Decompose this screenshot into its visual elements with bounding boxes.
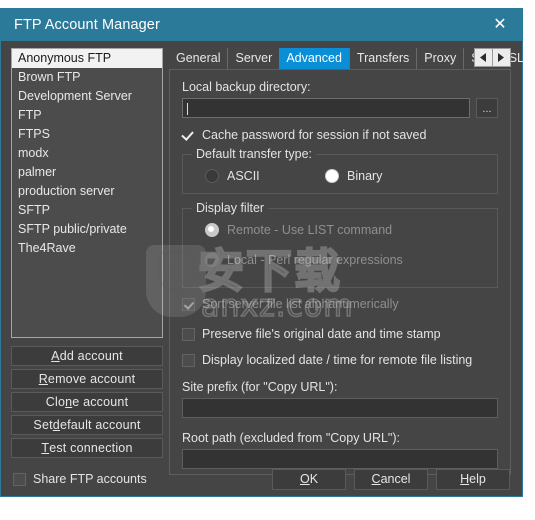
text-caret [187,103,188,115]
account-list-item[interactable]: SFTP [12,201,162,220]
account-list-item[interactable]: FTPS [12,125,162,144]
share-accounts-label: Share FTP accounts [33,472,147,486]
dialog-footer: Share FTP accounts O K Cancel Help [1,462,522,496]
sort-server-list-row[interactable]: Sort server file list alphanumerically [182,297,498,311]
button-clone-account[interactable]: Clo n e account [11,392,163,412]
radio-icon[interactable] [205,253,219,267]
cache-password-row[interactable]: Cache password for session if not saved [182,128,498,142]
display-filter-title: Display filter [192,201,269,215]
account-list-item[interactable]: The4Rave [12,239,162,258]
checkbox-icon[interactable] [13,472,26,486]
preserve-timestamp-label: Preserve file's original date and time s… [202,327,441,341]
transfer-type-ascii-label: ASCII [227,169,260,183]
tab-general[interactable]: General [169,48,227,69]
tab-transfers[interactable]: Transfers [348,48,416,69]
account-list-item[interactable]: Development Server [12,87,162,106]
site-prefix-label: Site prefix (for "Copy URL"): [182,380,338,394]
root-path-label: Root path (excluded from "Copy URL"): [182,431,400,445]
checkbox-icon[interactable] [182,129,195,142]
default-transfer-type-group: Default transfer type: ASCII Binary [182,147,498,194]
account-list-item[interactable]: Brown FTP [12,68,162,87]
display-filter-remote[interactable]: Remote - Use LIST command [205,223,497,237]
tabs-panel: GeneralServerAdvancedTransfersProxySSH/S… [169,47,524,475]
display-filter-remote-label: Remote - Use LIST command [227,223,393,237]
button-add-account[interactable]: Add account [11,346,163,366]
advanced-tab-panel: Local backup directory: ... Cache passwo… [169,69,511,475]
account-list-item[interactable]: SFTP public/private [12,220,162,239]
display-filter-group: Display filter Remote - Use LIST command… [182,201,498,288]
checkbox-icon[interactable] [182,353,195,367]
preserve-timestamp-row[interactable]: Preserve file's original date and time s… [182,327,498,341]
radio-icon[interactable] [205,169,219,183]
localized-date-label: Display localized date / time for remote… [202,353,473,367]
account-actions: Add account Remove account Clo n e account Se… [11,346,163,458]
ftp-account-manager-dialog: FTP Account Manager ✕ Anonymous FTP Brown… [0,8,524,497]
account-list-item[interactable]: palmer [12,163,162,182]
account-list-item[interactable]: FTP [12,106,162,125]
local-backup-row: ... [182,98,498,118]
tab-server[interactable]: Server [227,48,279,69]
default-transfer-type-title: Default transfer type: [192,147,317,161]
display-filter-local[interactable]: Local - Perl regular expressions [205,253,497,267]
tab-scroll-buttons [474,48,511,67]
account-list[interactable]: Anonymous FTP Brown FTP Development Server… [11,48,163,338]
local-backup-input[interactable] [182,98,470,118]
account-list-item[interactable]: Anonymous FTP [12,49,162,68]
button-help[interactable]: Help [436,468,510,490]
button-ok[interactable]: OK [272,468,346,490]
transfer-type-ascii[interactable]: ASCII [205,169,325,183]
site-prefix-input[interactable] [182,398,498,418]
tab-advanced[interactable]: Advanced [279,48,349,69]
display-filter-local-label: Local - Perl regular expressions [227,253,403,267]
button-cancel[interactable]: Cancel [354,468,428,490]
tab-bar: GeneralServerAdvancedTransfersProxySSH/S… [169,47,524,69]
account-list-item[interactable]: modx [12,144,162,163]
button-set-default-account[interactable]: Set d efault account [11,415,163,435]
share-accounts-row[interactable]: Share FTP accounts [13,472,147,486]
cache-password-label: Cache password for session if not saved [202,128,427,142]
button-remove-account[interactable]: Remove account [11,369,163,389]
window-title: FTP Account Manager [14,17,160,33]
checkbox-icon[interactable] [182,327,195,341]
titlebar: FTP Account Manager ✕ [1,9,522,41]
localized-date-row[interactable]: Display localized date / time for remote… [182,353,498,367]
close-icon[interactable]: ✕ [478,9,522,41]
account-list-item[interactable]: production server [12,182,162,201]
radio-icon[interactable] [325,169,339,183]
dialog-buttons: O K Cancel Help [272,468,510,490]
accounts-panel: Anonymous FTP Brown FTP Development Server… [11,48,163,461]
radio-icon[interactable] [205,223,219,237]
sort-server-list-label: Sort server file list alphanumerically [202,297,399,311]
local-backup-label: Local backup directory: [182,80,311,94]
dialog-body: Anonymous FTP Brown FTP Development Server… [1,41,524,496]
transfer-type-binary-label: Binary [347,169,383,183]
checkbox-icon[interactable] [182,297,195,311]
transfer-type-binary[interactable]: Binary [325,169,382,183]
browse-button[interactable]: ... [476,98,498,118]
triangle-right-icon[interactable] [493,49,510,66]
button-test-connection[interactable]: Test connection [11,438,163,458]
triangle-left-icon[interactable] [475,49,493,66]
tab-proxy[interactable]: Proxy [416,48,463,69]
